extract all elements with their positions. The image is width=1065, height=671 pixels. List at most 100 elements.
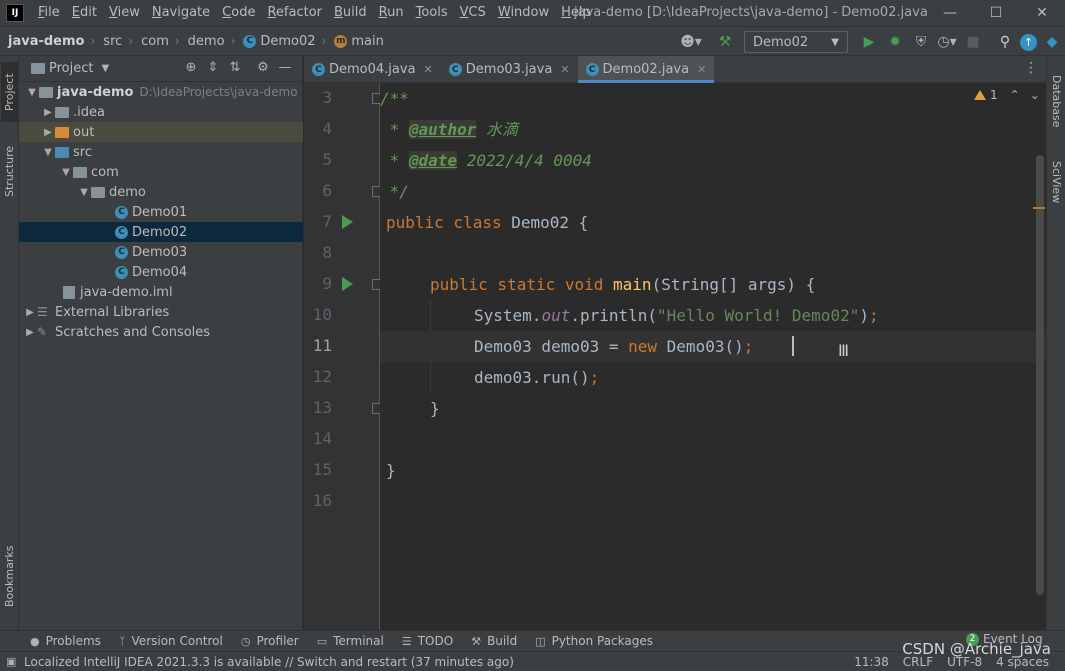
- intellij-logo-icon[interactable]: IJ: [6, 4, 24, 22]
- minimize-icon[interactable]: —: [927, 0, 973, 26]
- code-line-current: Demo03 demo03 = new Demo03();: [380, 331, 1046, 362]
- breadcrumb-project[interactable]: java-demo: [0, 34, 84, 49]
- tree-item-label: com: [91, 164, 119, 180]
- plugin-icon[interactable]: ◆: [1041, 31, 1063, 53]
- hide-panel-icon[interactable]: —: [274, 60, 296, 75]
- tree-item-external-libraries[interactable]: ▶ ☰ External Libraries: [19, 302, 303, 322]
- stop-icon[interactable]: ■: [962, 31, 984, 53]
- tab-demo04[interactable]: C Demo04.java ✕: [304, 56, 441, 83]
- chevron-up-icon[interactable]: ⌃: [1010, 88, 1020, 102]
- chevron-down-icon[interactable]: ⌄: [1030, 88, 1040, 102]
- chevron-down-icon[interactable]: ▼: [101, 63, 109, 74]
- settings-gear-icon[interactable]: ⚙: [252, 60, 274, 75]
- chevron-down-icon: ▼: [62, 166, 70, 178]
- close-tab-icon[interactable]: ✕: [697, 63, 706, 76]
- profiler-tool[interactable]: ◷ Profiler: [241, 634, 299, 648]
- run-icon[interactable]: ▶: [858, 31, 880, 53]
- tree-item-label: Scratches and Consoles: [55, 324, 211, 340]
- tree-item-label: demo: [109, 184, 146, 200]
- editor-scrollbar[interactable]: [1036, 155, 1044, 595]
- menu-file[interactable]: File: [32, 0, 66, 26]
- breadcrumb-method[interactable]: m main: [326, 33, 384, 49]
- tree-item-com[interactable]: ▼ com: [19, 162, 303, 182]
- branch-icon: ᛉ: [118, 634, 126, 648]
- search-everywhere-icon[interactable]: ⚲: [994, 31, 1016, 53]
- tree-item-scratches[interactable]: ▶ ✎ Scratches and Consoles: [19, 322, 303, 342]
- run-configuration-select[interactable]: Demo02 ▼: [744, 31, 848, 53]
- menu-code[interactable]: Code: [216, 0, 261, 26]
- structure-tool-tab[interactable]: Structure: [1, 136, 18, 206]
- tab-demo03[interactable]: C Demo03.java ✕: [441, 56, 578, 83]
- code-line: public class Demo02 {: [386, 213, 589, 232]
- package-icon: [73, 166, 87, 178]
- close-window-icon[interactable]: ✕: [1019, 0, 1065, 26]
- locate-icon[interactable]: ⊕: [180, 60, 202, 75]
- menu-edit[interactable]: Edit: [66, 0, 103, 26]
- caret-position[interactable]: 11:38: [854, 655, 889, 669]
- tree-item-out[interactable]: ▶ out: [19, 122, 303, 142]
- menu-build[interactable]: Build: [328, 0, 373, 26]
- module-folder-icon: [39, 86, 53, 98]
- tree-item-java-demo[interactable]: ▼ java-demo D:\IdeaProjects\java-demo: [19, 82, 303, 102]
- expand-all-icon[interactable]: ⇕: [202, 60, 224, 75]
- menu-navigate[interactable]: Navigate: [146, 0, 216, 26]
- menu-view[interactable]: View: [103, 0, 146, 26]
- code-editor[interactable]: /** * @author 水滴 * @date 2022/4/4 0004 *…: [380, 83, 1046, 630]
- tree-item-demo02[interactable]: C Demo02: [19, 222, 303, 242]
- chevron-down-icon: ▼: [80, 186, 88, 198]
- tree-item-src[interactable]: ▼ src: [19, 142, 303, 162]
- close-tab-icon[interactable]: ✕: [424, 63, 433, 76]
- update-icon[interactable]: ↑: [1020, 33, 1037, 51]
- breadcrumb-com[interactable]: com: [133, 34, 169, 49]
- breadcrumb-src[interactable]: src: [95, 34, 122, 49]
- menu-run[interactable]: Run: [373, 0, 410, 26]
- profiler-icon[interactable]: ◷▾: [936, 31, 958, 53]
- maximize-icon[interactable]: ☐: [973, 0, 1019, 26]
- bookmarks-tool-tab[interactable]: Bookmarks: [1, 536, 18, 616]
- tree-item-demo04[interactable]: C Demo04: [19, 262, 303, 282]
- tree-item-label: External Libraries: [55, 304, 170, 320]
- breadcrumb-demo[interactable]: demo: [180, 34, 225, 49]
- build-tool[interactable]: ⚒ Build: [471, 634, 517, 648]
- tab-label: Demo02.java: [602, 62, 690, 77]
- run-main-icon[interactable]: [342, 277, 353, 291]
- text-caret: [792, 336, 794, 356]
- debug-icon[interactable]: ✹: [884, 31, 906, 53]
- tree-item-idea[interactable]: ▶ .idea: [19, 102, 303, 122]
- tab-demo02[interactable]: C Demo02.java ✕: [577, 56, 715, 83]
- collapse-all-icon[interactable]: ⇅: [224, 60, 246, 75]
- version-control-tool[interactable]: ᛉ Version Control: [119, 634, 223, 648]
- menu-tools[interactable]: Tools: [410, 0, 454, 26]
- todo-tool[interactable]: ☰ TODO: [402, 634, 453, 648]
- tree-item-demo01[interactable]: C Demo01: [19, 202, 303, 222]
- inspection-widget[interactable]: 1 ⌃ ⌄: [974, 88, 1040, 102]
- tree-item-demo03[interactable]: C Demo03: [19, 242, 303, 262]
- run-class-icon[interactable]: [342, 215, 353, 229]
- project-icon: [31, 63, 45, 74]
- menu-vcs[interactable]: VCS: [454, 0, 492, 26]
- layout-icon[interactable]: ▣: [6, 655, 16, 668]
- version-control-label: Version Control: [131, 634, 223, 648]
- breadcrumb-method-label: main: [351, 33, 384, 49]
- python-packages-tool[interactable]: ◫ Python Packages: [535, 634, 653, 648]
- sciview-tool-tab[interactable]: SciView: [1048, 152, 1065, 212]
- line-number: 10: [312, 305, 332, 324]
- build-hammer-icon[interactable]: ⚒: [714, 31, 736, 53]
- menu-window[interactable]: Window: [492, 0, 555, 26]
- project-panel-title[interactable]: Project: [49, 61, 93, 76]
- close-tab-icon[interactable]: ✕: [560, 63, 569, 76]
- database-tool-tab[interactable]: Database: [1048, 66, 1065, 136]
- project-tool-tab[interactable]: Project: [1, 62, 18, 122]
- more-tabs-icon[interactable]: ⋮: [1024, 60, 1038, 76]
- status-message[interactable]: Localized IntelliJ IDEA 2021.3.3 is avai…: [24, 655, 514, 669]
- coverage-icon[interactable]: ⛨: [910, 31, 932, 53]
- breadcrumb-class[interactable]: C Demo02: [235, 34, 316, 49]
- user-icon[interactable]: ☻▾: [680, 31, 702, 53]
- problems-tool[interactable]: ● Problems: [30, 634, 101, 648]
- tree-item-demo[interactable]: ▼ demo: [19, 182, 303, 202]
- menu-refactor[interactable]: Refactor: [261, 0, 328, 26]
- tree-item-iml[interactable]: java-demo.iml: [19, 282, 303, 302]
- terminal-tool[interactable]: ▭ Terminal: [317, 634, 384, 648]
- class-icon: C: [115, 265, 128, 279]
